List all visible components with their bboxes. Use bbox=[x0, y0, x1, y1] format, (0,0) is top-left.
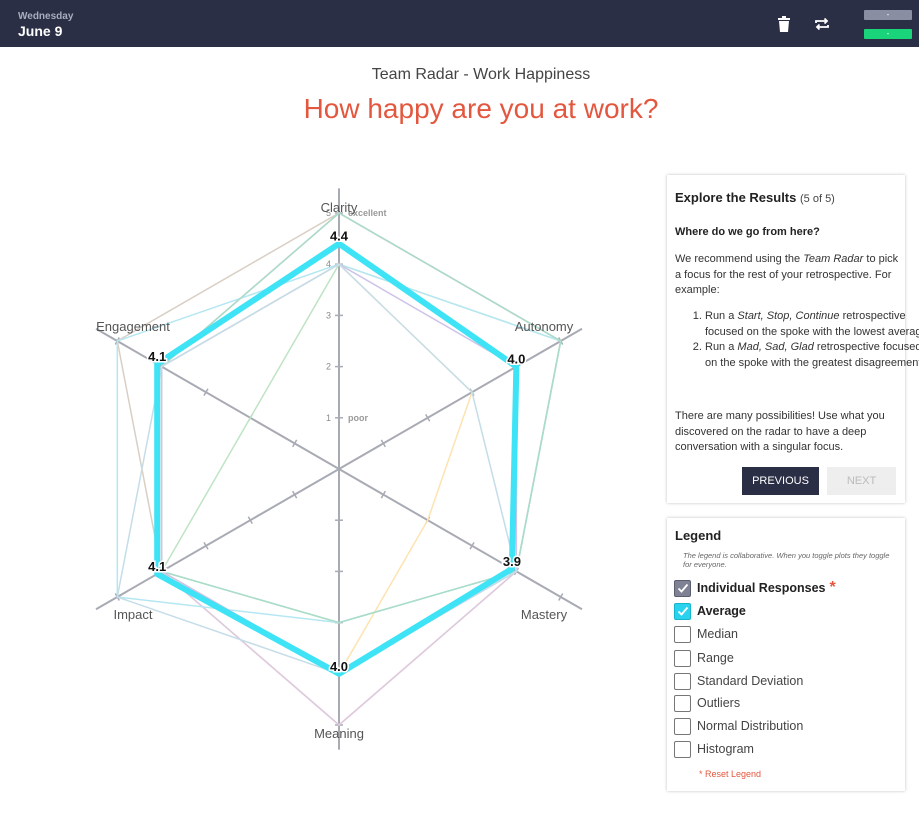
average-value-label: 4.0 bbox=[507, 352, 525, 367]
legend-item[interactable]: Standard Deviation bbox=[674, 671, 803, 691]
axis-label: Engagement bbox=[96, 319, 170, 334]
explore-title-text: Explore the Results bbox=[675, 190, 797, 205]
average-value-label: 4.0 bbox=[330, 659, 348, 674]
legend-checkbox[interactable] bbox=[674, 625, 691, 643]
legend-checkbox[interactable] bbox=[674, 672, 691, 690]
legend-label: Average bbox=[697, 604, 746, 618]
explore-question: Where do we go from here? bbox=[675, 226, 820, 238]
average-value-label: 4.1 bbox=[148, 559, 166, 574]
legend-item[interactable]: Histogram bbox=[674, 739, 754, 759]
reset-legend-link[interactable]: * Reset Legend bbox=[699, 769, 761, 779]
legend-note: The legend is collaborative. When you to… bbox=[683, 551, 890, 569]
average-value-label: 4.4 bbox=[330, 229, 349, 244]
radar-spoke bbox=[95, 327, 340, 470]
legend-label: Outliers bbox=[697, 696, 741, 710]
average-value-label: 4.1 bbox=[148, 349, 166, 364]
average-value-label: 3.9 bbox=[503, 554, 521, 569]
legend-checkbox[interactable] bbox=[674, 649, 691, 667]
scale-tick-label: 1 bbox=[326, 413, 331, 423]
scale-tick-label: 4 bbox=[326, 259, 331, 269]
axis-label: Clarity bbox=[321, 200, 358, 215]
legend-panel: Legend The legend is collaborative. When… bbox=[667, 518, 905, 791]
legend-checkbox[interactable] bbox=[674, 579, 691, 597]
explore-outro: There are many possibilities! Use what y… bbox=[675, 410, 885, 453]
legend-checkbox[interactable] bbox=[674, 602, 691, 620]
scale-tick-label: 2 bbox=[326, 362, 331, 372]
legend-label: Histogram bbox=[697, 742, 754, 756]
next-button[interactable]: NEXT bbox=[827, 467, 896, 495]
legend-item[interactable]: Normal Distribution bbox=[674, 716, 803, 736]
legend-checkbox[interactable] bbox=[674, 717, 691, 735]
explore-results-panel: Explore the Results (5 of 5) Where do we… bbox=[667, 175, 919, 503]
legend-item[interactable]: Median bbox=[674, 624, 738, 644]
scale-tick-label: 3 bbox=[326, 310, 331, 320]
explore-count: (5 of 5) bbox=[800, 193, 835, 205]
axis-label: Autonomy bbox=[515, 319, 574, 334]
legend-checkbox[interactable] bbox=[674, 740, 691, 758]
legend-item[interactable]: Range bbox=[674, 648, 734, 668]
scale-word-label: poor bbox=[348, 413, 368, 423]
explore-intro: We recommend using the Team Radar to pic… bbox=[675, 253, 899, 296]
axis-label: Mastery bbox=[521, 607, 568, 622]
legend-label: Median bbox=[697, 627, 738, 641]
explore-title: Explore the Results (5 of 5) bbox=[675, 190, 835, 205]
suggestion-item: Run a Start, Stop, Continue retrospectiv… bbox=[705, 309, 919, 340]
axis-label: Meaning bbox=[314, 726, 364, 741]
legend-checkbox[interactable] bbox=[674, 694, 691, 712]
check-icon bbox=[677, 583, 688, 593]
legend-label: Individual Responses bbox=[697, 581, 826, 595]
radar-spoke bbox=[338, 327, 583, 470]
previous-button[interactable]: PREVIOUS bbox=[742, 467, 819, 495]
check-icon bbox=[677, 606, 688, 616]
required-star: * bbox=[829, 579, 836, 596]
suggestion-item: Run a Mad, Sad, Glad retrospective focus… bbox=[705, 340, 919, 371]
explore-suggestions: Run a Start, Stop, Continue retrospectiv… bbox=[675, 309, 919, 371]
legend-label: Standard Deviation bbox=[697, 674, 804, 688]
axis-label: Impact bbox=[113, 607, 152, 622]
legend-item[interactable]: Outliers bbox=[674, 693, 740, 713]
legend-item[interactable]: Individual Responses * bbox=[674, 578, 836, 598]
legend-label: Range bbox=[697, 651, 734, 665]
legend-item[interactable]: Average bbox=[674, 601, 746, 621]
legend-label: Normal Distribution bbox=[697, 719, 804, 733]
legend-title: Legend bbox=[675, 528, 722, 543]
